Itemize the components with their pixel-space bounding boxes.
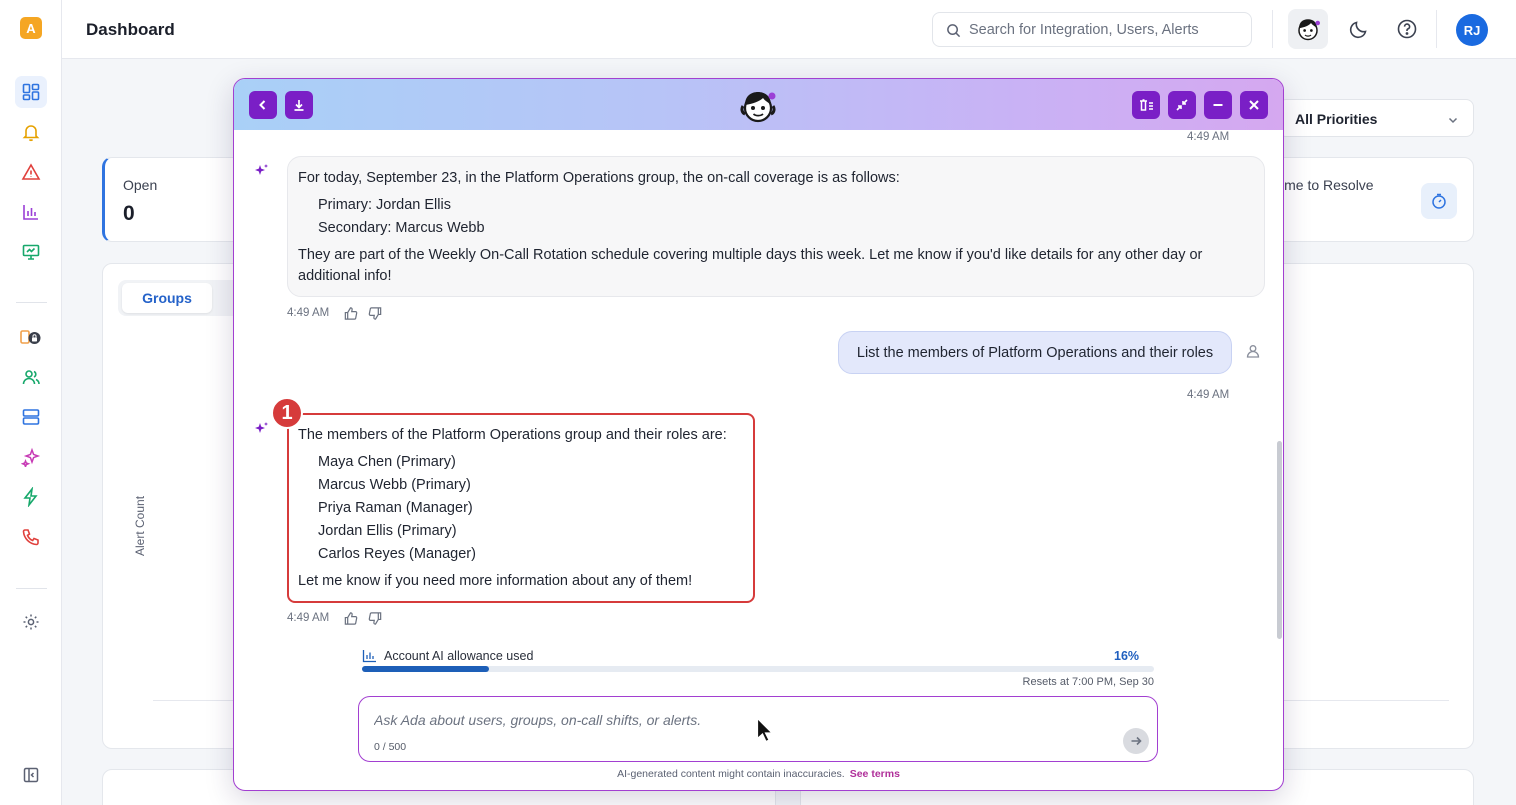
bar-chart-icon[interactable] — [15, 196, 47, 228]
collapse-sidebar-icon[interactable] — [15, 759, 47, 791]
ai-message-highlighted: The members of the Platform Operations g… — [287, 413, 755, 603]
allowance-reset-time: Resets at 7:00 PM, Sep 30 — [1022, 676, 1154, 688]
ai-message-bubble: For today, September 23, in the Platform… — [287, 156, 1265, 297]
users-icon[interactable] — [15, 361, 47, 393]
minus-icon — [1213, 104, 1223, 106]
search-icon — [947, 24, 961, 38]
moon-icon — [1349, 21, 1367, 39]
allowance-percent: 16% — [1114, 649, 1140, 663]
chat-input[interactable] — [374, 709, 974, 731]
member-item: Jordan Ellis (Primary) — [318, 523, 457, 539]
character-count: 0 / 500 — [374, 741, 407, 753]
open-value: 0 — [123, 202, 135, 225]
download-button[interactable] — [285, 91, 313, 119]
message-timestamp: 4:49 AM — [287, 307, 330, 319]
close-icon — [1249, 100, 1259, 110]
message-timestamp: 4:49 AM — [287, 612, 330, 624]
user-message-bubble: List the members of Platform Operations … — [838, 331, 1232, 374]
ada-chat-panel: 4:49 AM For today, September 23, in the … — [233, 78, 1284, 791]
ttr-label: ime to Resolve — [1281, 177, 1374, 193]
member-item: Priya Raman (Manager) — [318, 500, 473, 516]
bell-icon[interactable] — [15, 116, 47, 148]
disclaimer-text: AI-generated content might contain inacc… — [617, 768, 845, 780]
ai-members-intro: The members of the Platform Operations g… — [298, 427, 727, 443]
ai-message-outro-cont: additional info! — [298, 268, 392, 284]
time-to-resolve-card: ime to Resolve — [1260, 157, 1474, 242]
gear-icon[interactable] — [15, 606, 47, 638]
help-button[interactable] — [1396, 18, 1418, 40]
ai-message-outro: They are part of the Weekly On-Call Rota… — [298, 247, 1203, 263]
chat-header — [234, 79, 1283, 130]
thumbs-down-icon[interactable] — [368, 611, 383, 631]
send-button[interactable] — [1123, 728, 1149, 754]
sparkles-icon[interactable] — [15, 441, 47, 473]
dark-mode-toggle[interactable] — [1348, 18, 1370, 40]
see-terms-link[interactable]: See terms — [850, 768, 900, 780]
ada-face-icon — [1298, 19, 1320, 41]
thumbs-up-icon[interactable] — [343, 611, 358, 631]
app-logo[interactable]: A — [20, 17, 42, 39]
lock-integrations-icon[interactable] — [15, 321, 47, 353]
member-item: Carlos Reyes (Manager) — [318, 546, 476, 562]
monitor-icon[interactable] — [15, 236, 47, 268]
thumbs-up-icon[interactable] — [343, 306, 358, 326]
allowance-label: Account AI allowance used — [384, 649, 534, 663]
timer-icon — [1421, 183, 1457, 219]
message-timestamp: 4:49 AM — [1187, 389, 1230, 401]
shrink-button[interactable] — [1168, 91, 1196, 119]
ada-logo-icon — [734, 85, 784, 125]
ai-sparkle-icon — [252, 162, 270, 180]
message-timestamp: 4:49 AM — [1187, 131, 1230, 143]
arrow-right-icon — [1131, 736, 1142, 746]
user-icon — [1245, 343, 1261, 364]
priority-filter-dropdown[interactable]: All Priorities — [1278, 99, 1474, 137]
chat-scrollbar[interactable] — [1277, 441, 1282, 639]
chevron-left-icon — [259, 100, 266, 110]
global-search[interactable] — [932, 12, 1252, 47]
member-item: Maya Chen (Primary) — [318, 454, 456, 470]
search-input[interactable] — [969, 20, 1244, 40]
server-icon[interactable] — [15, 401, 47, 433]
help-icon — [1397, 19, 1417, 39]
tab-groups[interactable]: Groups — [122, 283, 212, 313]
top-header: Dashboard RJ — [62, 0, 1516, 59]
allowance-progress-bar — [362, 666, 1154, 672]
allowance-progress-fill — [362, 666, 489, 672]
annotation-badge: 1 — [271, 397, 303, 429]
priority-filter-value: All Priorities — [1295, 111, 1378, 127]
warning-icon[interactable] — [15, 156, 47, 188]
mouse-cursor-icon — [756, 717, 774, 748]
ai-message-intro: For today, September 23, in the Platform… — [298, 170, 900, 186]
close-button[interactable] — [1240, 91, 1268, 119]
minimize-button[interactable] — [1204, 91, 1232, 119]
thumbs-down-icon[interactable] — [368, 306, 383, 326]
minimize-arrows-icon — [1176, 99, 1188, 111]
download-icon — [294, 100, 304, 111]
ai-message-primary: Primary: Jordan Ellis — [318, 197, 451, 213]
phone-icon[interactable] — [15, 521, 47, 553]
ada-assistant-button[interactable] — [1288, 9, 1328, 49]
user-avatar[interactable]: RJ — [1456, 14, 1488, 46]
left-nav-rail: A — [0, 0, 62, 805]
ai-members-outro: Let me know if you need more information… — [298, 573, 693, 589]
chevron-down-icon — [1448, 117, 1458, 124]
trash-list-icon — [1140, 99, 1153, 111]
clear-chat-button[interactable] — [1132, 91, 1160, 119]
y-axis-label: Alert Count — [133, 495, 147, 556]
dashboard-nav-icon[interactable] — [15, 76, 47, 108]
open-label: Open — [123, 177, 158, 193]
ai-message-secondary: Secondary: Marcus Webb — [318, 220, 485, 236]
member-item: Marcus Webb (Primary) — [318, 477, 471, 493]
bolt-icon[interactable] — [15, 481, 47, 513]
page-title: Dashboard — [86, 20, 175, 39]
ai-disclaimer: AI-generated content might contain inacc… — [234, 768, 1283, 780]
back-button[interactable] — [249, 91, 277, 119]
ai-sparkle-icon — [252, 420, 270, 438]
